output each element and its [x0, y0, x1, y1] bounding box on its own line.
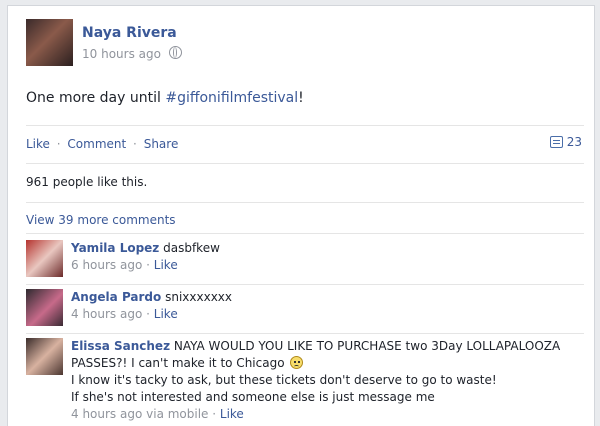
separator: · — [133, 137, 137, 151]
comment-count[interactable]: 23 — [549, 135, 582, 149]
post-timestamp: 10 hours ago — [82, 46, 182, 61]
author-avatar[interactable] — [26, 19, 73, 66]
divider — [26, 163, 584, 164]
commenter-name[interactable]: Yamila Lopez — [71, 241, 159, 255]
comment-text-line: If she's not interested and someone else… — [71, 390, 435, 404]
comment-like-link[interactable]: Like — [154, 258, 178, 272]
frown-face-icon — [290, 356, 304, 369]
like-link[interactable]: Like — [26, 137, 50, 151]
hashtag-link[interactable]: #giffonifilmfestival — [165, 90, 298, 106]
commenter-name[interactable]: Angela Pardo — [71, 290, 161, 304]
likes-summary[interactable]: 961 people like this. — [26, 175, 147, 189]
comment-body: Elissa Sanchez NAYA WOULD YOU LIKE TO PU… — [71, 338, 576, 423]
divider — [26, 284, 584, 285]
divider — [26, 202, 584, 203]
comment-time[interactable]: 6 hours ago — [71, 258, 142, 272]
divider — [26, 333, 584, 334]
comment-meta: 4 hours ago via mobile · Like — [71, 407, 244, 421]
comment-text: snixxxxxxx — [161, 290, 232, 304]
comment-body: Angela Pardo snixxxxxxx 4 hours ago · Li… — [71, 289, 576, 323]
post-text-end: ! — [298, 90, 304, 106]
post-card: Naya Rivera 10 hours ago One more day un… — [7, 5, 595, 426]
divider — [26, 125, 584, 126]
comment-meta: 6 hours ago · Like — [71, 258, 178, 272]
post-actions: Like · Comment · Share — [26, 137, 178, 151]
comment-text: dasbfkew — [159, 241, 220, 255]
comment-time[interactable]: 4 hours ago — [71, 307, 142, 321]
divider — [26, 233, 584, 234]
share-link[interactable]: Share — [144, 137, 179, 151]
comment-time[interactable]: 4 hours ago via mobile — [71, 407, 208, 421]
post-text: One more day until #giffonifilmfestival! — [26, 90, 304, 106]
comment-text-line: I know it's tacky to ask, but these tick… — [71, 373, 497, 387]
comment-link[interactable]: Comment — [67, 137, 126, 151]
post-text-body: One more day until — [26, 90, 166, 106]
commenter-avatar[interactable] — [26, 240, 63, 277]
separator: · — [56, 137, 61, 151]
author-name[interactable]: Naya Rivera — [82, 25, 177, 41]
view-more-comments-link[interactable]: View 39 more comments — [26, 213, 176, 227]
post-time-text[interactable]: 10 hours ago — [82, 47, 161, 61]
comment-like-link[interactable]: Like — [220, 407, 244, 421]
comment-like-link[interactable]: Like — [154, 307, 178, 321]
comment-count-value: 23 — [566, 135, 582, 149]
commenter-avatar[interactable] — [26, 338, 63, 375]
commenter-avatar[interactable] — [26, 289, 63, 326]
comment-icon — [549, 136, 563, 148]
commenter-name[interactable]: Elissa Sanchez — [71, 339, 170, 353]
globe-icon[interactable] — [168, 46, 182, 59]
comment-meta: 4 hours ago · Like — [71, 307, 178, 321]
comment-body: Yamila Lopez dasbfkew 6 hours ago · Like — [71, 240, 576, 274]
